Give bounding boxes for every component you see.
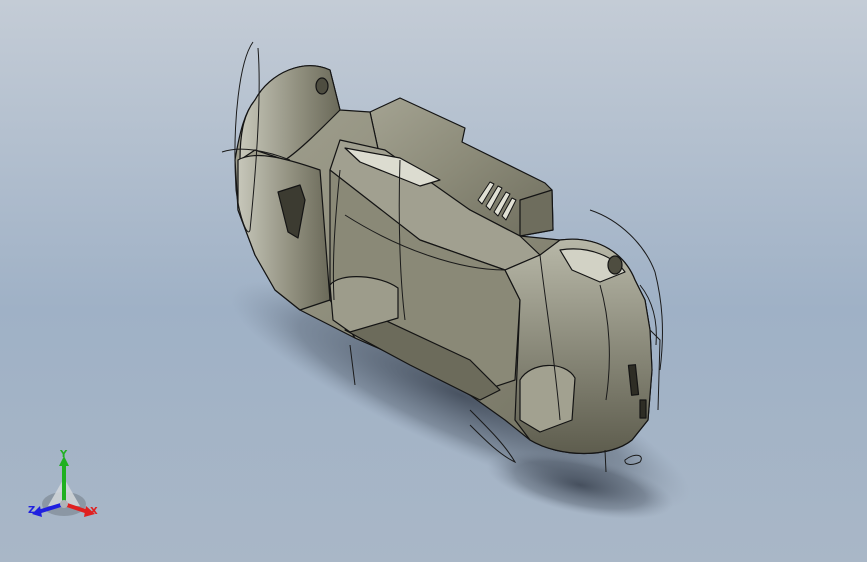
front-wheel-pod [519, 364, 576, 433]
car-body-model[interactable] [0, 0, 867, 562]
y-axis-label: Y [60, 449, 68, 460]
orientation-triad[interactable]: Y Z X [24, 448, 104, 528]
graphics-viewport[interactable]: Y Z X [0, 0, 867, 562]
x-axis-label: X [90, 506, 98, 517]
z-axis-label: Z [28, 505, 36, 516]
